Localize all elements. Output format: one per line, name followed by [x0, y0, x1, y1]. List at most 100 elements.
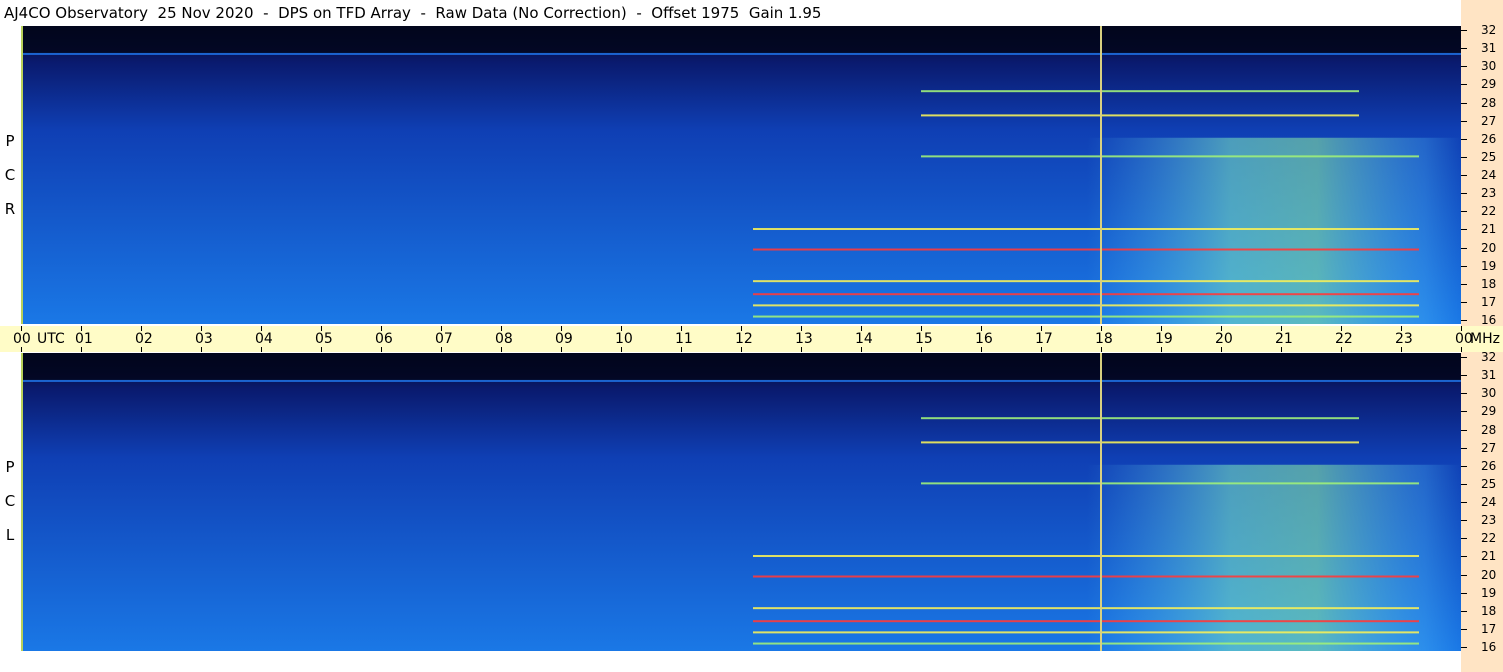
frequency-tick-label: 26 [1481, 458, 1497, 473]
frequency-tick-label: 16 [1481, 640, 1497, 654]
time-tick-label: 19 [1155, 331, 1173, 347]
utc-marker-line [1100, 26, 1102, 324]
frequency-tick-label: 18 [1481, 276, 1497, 291]
signal-band [921, 441, 1359, 444]
frequency-tick-mark [1461, 465, 1467, 467]
frequency-tick-mark [1461, 211, 1467, 213]
signal-band [753, 575, 1419, 578]
time-tick-mark [1281, 347, 1282, 352]
time-tick-label: 08 [495, 331, 513, 347]
frequency-tick-label: 23 [1481, 186, 1497, 201]
signal-band [753, 304, 1419, 307]
signal-band [753, 293, 1419, 296]
time-tick-mark [1221, 347, 1222, 352]
frequency-tick-mark [1461, 556, 1467, 558]
lcp-spectrogram [21, 353, 1461, 651]
frequency-tick-mark [1461, 393, 1467, 395]
frequency-tick-label: 32 [1481, 23, 1497, 37]
frequency-tick-label: 31 [1481, 41, 1497, 56]
time-tick-mark [741, 347, 742, 352]
frequency-tick-mark [1461, 429, 1467, 431]
time-tick-label: 07 [435, 331, 453, 347]
frequency-tick-mark [1461, 229, 1467, 231]
signal-band [21, 52, 1461, 55]
frequency-tick-mark [1461, 247, 1467, 249]
signal-band [753, 620, 1419, 623]
frequency-tick-mark [1461, 411, 1467, 413]
frequency-tick-label: 29 [1481, 77, 1497, 92]
time-tick-mark [1101, 347, 1102, 352]
frequency-tick-label: 32 [1481, 350, 1497, 364]
frequency-tick-mark [1461, 447, 1467, 449]
signal-band [921, 417, 1359, 420]
time-tick-mark [801, 347, 802, 352]
time-tick-mark [1161, 347, 1162, 352]
signal-band [753, 642, 1419, 645]
high-frequency-dark-band [21, 353, 1461, 381]
lcp-label-c: C [4, 492, 16, 510]
frequency-tick-label: 27 [1481, 113, 1497, 128]
time-tick-label: 02 [135, 331, 153, 347]
frequency-tick-label: 25 [1481, 149, 1497, 164]
frequency-tick-label: 24 [1481, 168, 1497, 182]
frequency-tick-mark [1461, 265, 1467, 267]
time-tick-label: 23 [1395, 331, 1413, 347]
signal-band [921, 90, 1359, 93]
frequency-tick-mark [1461, 610, 1467, 612]
frequency-unit-label: MHz [1470, 331, 1500, 347]
time-tick-mark [861, 347, 862, 352]
lcp-left-edge-bar [21, 353, 23, 651]
time-tick-label: 16 [975, 331, 993, 347]
frequency-tick-label: 22 [1481, 204, 1497, 219]
time-tick-mark [561, 347, 562, 352]
frequency-tick-label: 26 [1481, 131, 1497, 146]
frequency-tick-label: 21 [1481, 222, 1497, 237]
frequency-tick-mark [1461, 320, 1467, 321]
time-tick-label: 12 [735, 331, 753, 347]
frequency-tick-mark [1461, 156, 1467, 158]
frequency-tick-label: 17 [1481, 621, 1497, 636]
frequency-tick-label: 22 [1481, 531, 1497, 546]
time-tick-label: 21 [1275, 331, 1293, 347]
rcp-label-r: R [4, 200, 16, 218]
signal-band [753, 555, 1419, 558]
time-tick-mark [141, 347, 142, 352]
time-tick-mark [921, 347, 922, 352]
frequency-tick-mark [1461, 357, 1467, 358]
frequency-tick-mark [1461, 592, 1467, 594]
frequency-tick-label: 30 [1481, 386, 1497, 401]
frequency-tick-label: 28 [1481, 95, 1497, 110]
time-tick-mark [81, 347, 82, 352]
time-tick-mark [321, 347, 322, 352]
frequency-tick-mark [1461, 283, 1467, 285]
frequency-tick-mark [1461, 48, 1467, 50]
time-tick-label: 15 [915, 331, 933, 347]
frequency-tick-label: 19 [1481, 258, 1497, 273]
frequency-tick-mark [1461, 574, 1467, 576]
signal-band [753, 315, 1419, 318]
frequency-tick-label: 29 [1481, 404, 1497, 419]
rcp-heatmap-svg [21, 26, 1461, 324]
rcp-spectrogram [21, 26, 1461, 324]
signal-band [921, 482, 1419, 485]
frequency-tick-label: 31 [1481, 368, 1497, 383]
frequency-tick-label: 20 [1481, 567, 1497, 582]
frequency-tick-mark [1461, 538, 1467, 540]
time-tick-label: 13 [795, 331, 813, 347]
time-tick-mark [201, 347, 202, 352]
frequency-tick-mark [1461, 120, 1467, 122]
chart-title: AJ4CO Observatory 25 Nov 2020 - DPS on T… [4, 4, 822, 22]
frequency-tick-label: 20 [1481, 240, 1497, 255]
time-tick-mark [501, 347, 502, 352]
frequency-tick-label: 28 [1481, 422, 1497, 437]
frequency-tick-mark [1461, 628, 1467, 630]
frequency-tick-label: 18 [1481, 603, 1497, 618]
time-tick-mark [621, 347, 622, 352]
frequency-tick-mark [1461, 375, 1467, 377]
frequency-tick-mark [1461, 138, 1467, 140]
frequency-tick-label: 24 [1481, 495, 1497, 509]
time-tick-mark [1401, 347, 1402, 352]
time-tick-label: 01 [75, 331, 93, 347]
rcp-label-c: C [4, 166, 16, 184]
frequency-tick-label: 16 [1481, 313, 1497, 327]
